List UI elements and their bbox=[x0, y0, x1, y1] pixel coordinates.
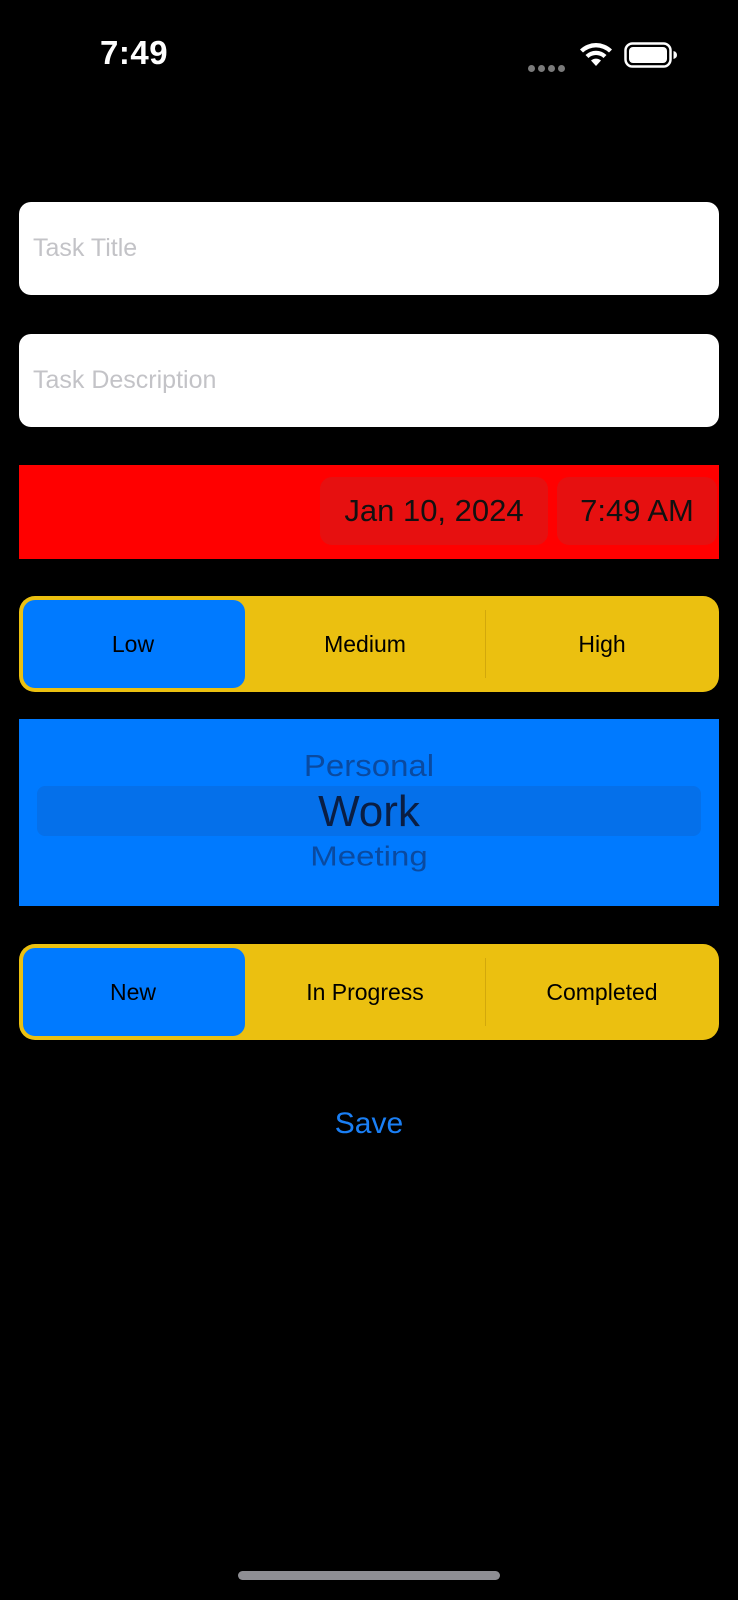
segment-label: Low bbox=[111, 630, 155, 657]
picker-option-work[interactable]: Work bbox=[19, 787, 719, 837]
segment-label: In Progress bbox=[306, 978, 424, 1005]
segment-label: Completed bbox=[546, 978, 658, 1005]
segment-label: New bbox=[109, 978, 156, 1005]
priority-segment-low[interactable]: Low bbox=[19, 596, 247, 692]
category-wheel-picker[interactable]: Personal Work Meeting bbox=[19, 719, 719, 906]
status-segment-in-progress[interactable]: In Progress bbox=[247, 944, 483, 1040]
status-segmented-control: New In Progress Completed bbox=[19, 944, 719, 1040]
segment-label: Medium bbox=[324, 630, 406, 657]
home-indicator[interactable] bbox=[238, 1571, 500, 1580]
picker-option-personal[interactable]: Personal bbox=[19, 749, 719, 784]
battery-icon bbox=[624, 42, 677, 68]
save-button[interactable]: Save bbox=[269, 1100, 469, 1148]
due-date-picker-row: Jan 10, 2024 7:49 AM bbox=[19, 465, 719, 559]
date-picker-button[interactable]: Jan 10, 2024 bbox=[320, 477, 548, 545]
time-value: 7:49 AM bbox=[580, 493, 694, 528]
status-segment-new[interactable]: New bbox=[19, 944, 247, 1040]
priority-segment-high[interactable]: High bbox=[485, 596, 719, 692]
segment-label: High bbox=[578, 630, 626, 657]
status-bar: 7:49 bbox=[0, 0, 738, 110]
picker-option-meeting[interactable]: Meeting bbox=[19, 840, 719, 872]
task-title-field[interactable] bbox=[19, 202, 719, 295]
priority-segmented-control: Low Medium High bbox=[19, 596, 719, 692]
task-description-field[interactable] bbox=[19, 334, 719, 427]
status-segment-completed[interactable]: Completed bbox=[485, 944, 719, 1040]
priority-segment-medium[interactable]: Medium bbox=[247, 596, 483, 692]
time-picker-button[interactable]: 7:49 AM bbox=[557, 477, 717, 545]
signal-dots-icon bbox=[528, 59, 568, 72]
date-value: Jan 10, 2024 bbox=[344, 493, 524, 528]
status-time: 7:49 bbox=[100, 34, 169, 71]
wifi-icon bbox=[580, 43, 612, 66]
